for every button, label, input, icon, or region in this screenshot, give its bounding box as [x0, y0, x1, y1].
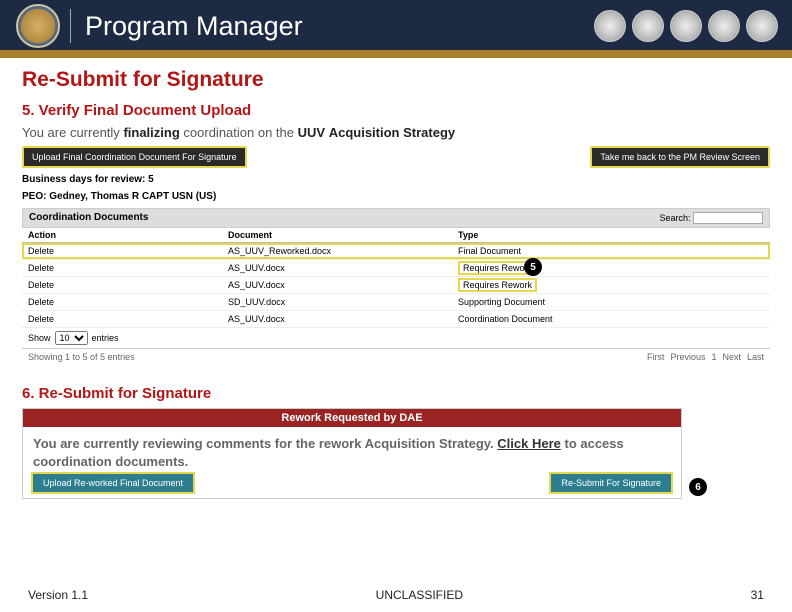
step5-panel: You are currently finalizing coordinatio… — [22, 125, 770, 365]
callout-6: 6 — [689, 478, 707, 496]
doc-name: AS_UUV_Reworked.docx — [228, 246, 458, 256]
table-header: Action Document Type — [22, 228, 770, 243]
seal-icon — [708, 10, 740, 42]
doc-name: AS_UUV.docx — [228, 280, 458, 290]
pager-link[interactable]: 1 — [711, 352, 716, 362]
upload-final-button[interactable]: Upload Final Coordination Document For S… — [22, 146, 247, 168]
col-document: Document — [228, 230, 458, 240]
callout-5: 5 — [524, 258, 542, 276]
table-row: DeleteAS_UUV.docxRequires Rework — [22, 260, 770, 277]
doc-type: Requires Rework — [458, 280, 578, 290]
doc-type: Supporting Document — [458, 297, 578, 307]
pager-link[interactable]: First — [647, 352, 665, 362]
col-action: Action — [28, 230, 228, 240]
rework-banner: Rework Requested by DAE — [23, 409, 681, 427]
doc-name: SD_UUV.docx — [228, 297, 458, 307]
back-to-pm-button[interactable]: Take me back to the PM Review Screen — [590, 146, 770, 168]
table-row: DeleteAS_UUV_Reworked.docxFinal Document — [22, 243, 770, 260]
delete-link[interactable]: Delete — [28, 263, 228, 273]
doc-type: Final Document — [458, 246, 578, 256]
table-row: DeleteSD_UUV.docxSupporting Document — [22, 294, 770, 311]
doc-name: AS_UUV.docx — [228, 314, 458, 324]
text: Acquisition Strategy — [329, 125, 455, 140]
text: finalizing — [123, 125, 179, 140]
search-wrap: Search: — [659, 212, 763, 224]
step6-panel: Rework Requested by DAE You are currentl… — [22, 408, 682, 499]
doc-name: AS_UUV.docx — [228, 263, 458, 273]
page-number: 31 — [751, 588, 764, 602]
entries-select[interactable]: 10 — [55, 331, 88, 345]
col-type: Type — [458, 230, 578, 240]
text: UUV — [298, 125, 325, 140]
peo-name: PEO: Gedney, Thomas R CAPT USN (US) — [22, 191, 770, 202]
seal-icon — [594, 10, 626, 42]
delete-link[interactable]: Delete — [28, 297, 228, 307]
rework-text: You are currently reviewing comments for… — [23, 427, 681, 472]
pager: Showing 1 to 5 of 5 entries First Previou… — [22, 349, 770, 365]
table-row: DeleteAS_UUV.docxRequires Rework — [22, 277, 770, 294]
classification-text: UNCLASSIFIED — [376, 588, 463, 602]
doc-type: Coordination Document — [458, 314, 578, 324]
delete-link[interactable]: Delete — [28, 246, 228, 256]
showing-text: Showing 1 to 5 of 5 entries — [28, 352, 135, 362]
show-entries: Show 10 entries — [22, 328, 770, 349]
coord-docs-header: Coordination Documents Search: — [22, 208, 770, 228]
text: coordination on the — [183, 125, 294, 140]
table-row: DeleteAS_UUV.docxCoordination Document — [22, 311, 770, 328]
footer: Version 1.1 UNCLASSIFIED 31 — [0, 588, 792, 602]
text: Coordination Documents — [29, 212, 148, 224]
delete-link[interactable]: Delete — [28, 280, 228, 290]
dod-seal-icon — [16, 4, 60, 48]
table-body: DeleteAS_UUV_Reworked.docxFinal Document… — [22, 243, 770, 328]
doc-type: Requires Rework — [458, 263, 578, 273]
seal-icon — [746, 10, 778, 42]
header-divider — [70, 9, 71, 43]
version-text: Version 1.1 — [28, 588, 88, 602]
text: You are currently reviewing comments for… — [33, 436, 494, 451]
seal-icon — [670, 10, 702, 42]
text: Show — [28, 333, 51, 343]
seal-icon — [632, 10, 664, 42]
review-days: Business days for review: 5 — [22, 174, 770, 185]
pager-link[interactable]: Previous — [670, 352, 705, 362]
pager-links: First Previous 1 Next Last — [641, 352, 764, 362]
click-here-link[interactable]: Click Here — [497, 436, 561, 451]
text: You are currently — [22, 125, 120, 140]
search-label: Search: — [659, 213, 690, 223]
delete-link[interactable]: Delete — [28, 314, 228, 324]
text: entries — [92, 333, 119, 343]
search-input[interactable] — [693, 212, 763, 224]
header-title: Program Manager — [85, 11, 303, 42]
step6-heading: 6. Re-Submit for Signature — [22, 385, 770, 402]
slide-title: Re-Submit for Signature — [22, 68, 770, 92]
pager-link[interactable]: Next — [722, 352, 741, 362]
upload-reworked-button[interactable]: Upload Re-worked Final Document — [33, 474, 193, 492]
step5-heading: 5. Verify Final Document Upload — [22, 102, 770, 119]
service-seals — [594, 10, 778, 42]
slide-header: Program Manager — [0, 0, 792, 58]
coordination-sentence: You are currently finalizing coordinatio… — [22, 125, 770, 140]
resubmit-signature-button[interactable]: Re-Submit For Signature — [551, 474, 671, 492]
pager-link[interactable]: Last — [747, 352, 764, 362]
